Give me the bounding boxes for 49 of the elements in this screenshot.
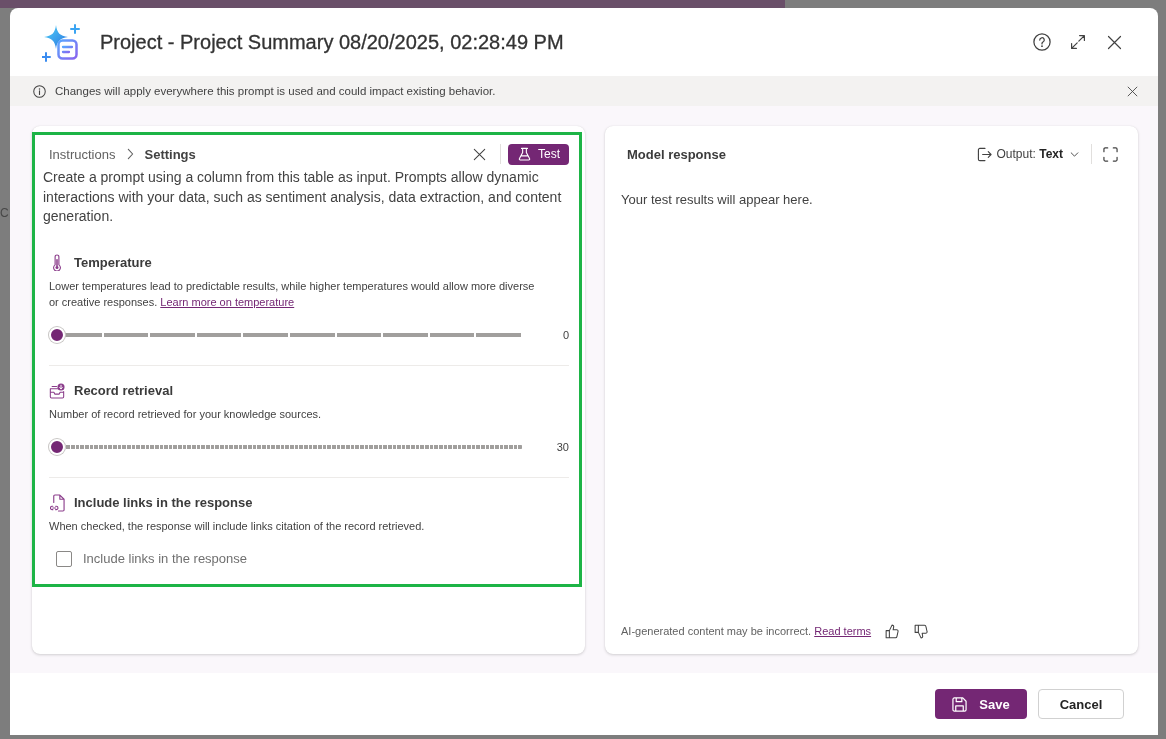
thumbs-up-icon [885,623,900,639]
slider-value: 0 [562,328,569,341]
empty-message: Your test results will appear here. [621,191,814,209]
info-message: Changes will apply everywhere this prompt is used and could impact existing behavior. [55,85,496,97]
close-icon [1127,85,1138,97]
dialog-title: Project - Project Summary 08/20/2025, 02:28:49 PM [100,30,564,54]
document-link-icon [49,493,65,512]
slider-value: 30 [556,440,569,453]
cancel-button[interactable]: Cancel [1038,689,1124,719]
section-title: Temperature [74,255,152,270]
section-description: Lower temperatures lead to predictable results, while higher temperatures would allow more diverse or creative responses. Learn more on temperature [49,278,536,310]
help-icon [1033,33,1051,51]
test-button[interactable]: Test [508,143,569,165]
slider-thumb[interactable] [49,438,65,455]
checkbox[interactable] [56,550,72,567]
section-description: Number of record retrieved for your knowledge sources. [49,406,323,422]
section-title: Include links in the response [74,495,253,510]
disclaimer-text: AI-generated content may be incorrect. Read terms [621,625,872,637]
panel-title: Model response [627,146,726,162]
close-button[interactable] [472,146,488,162]
section-description: When checked, the response will include links citation of the record retrieved. [49,518,426,534]
thermometer-icon [52,254,62,271]
info-icon [33,84,46,98]
thumbs-down-icon [914,623,929,639]
checkbox-label: Include links in the response [83,551,248,566]
section-title: Record retrieval [74,383,173,398]
learn-more-link[interactable]: Learn more on temperature [160,295,295,308]
dismiss-button[interactable] [1126,84,1139,98]
breadcrumb-link[interactable]: Settings [144,146,196,162]
chevron-down-icon [1070,151,1079,157]
fullscreen-button[interactable] [1103,146,1118,162]
save-button[interactable]: Save [935,689,1027,719]
chevron-right-icon [127,148,135,160]
fullscreen-icon [1103,146,1118,162]
save-icon [952,696,968,712]
breadcrumb-link[interactable]: Instructions [49,146,116,162]
thumbs-down-button[interactable] [914,623,929,639]
close-icon [1106,34,1122,50]
output-dropdown[interactable]: Output: Text [976,146,1079,162]
exit-arrow-icon [976,146,992,162]
panel-description: Create a prompt using a column from this table as input. Prompts allow dynamic interactions with your data, such as sentiment analysis, data extraction, and content generation. [43,168,563,226]
tray-download-icon [49,382,65,399]
flask-icon [518,147,531,161]
slider-thumb[interactable] [49,326,65,343]
sparkle-document-icon [42,24,80,62]
thumbs-up-button[interactable] [885,623,900,639]
expand-icon [1070,34,1086,50]
read-terms-link[interactable]: Read terms [814,625,872,637]
close-icon [473,147,487,161]
